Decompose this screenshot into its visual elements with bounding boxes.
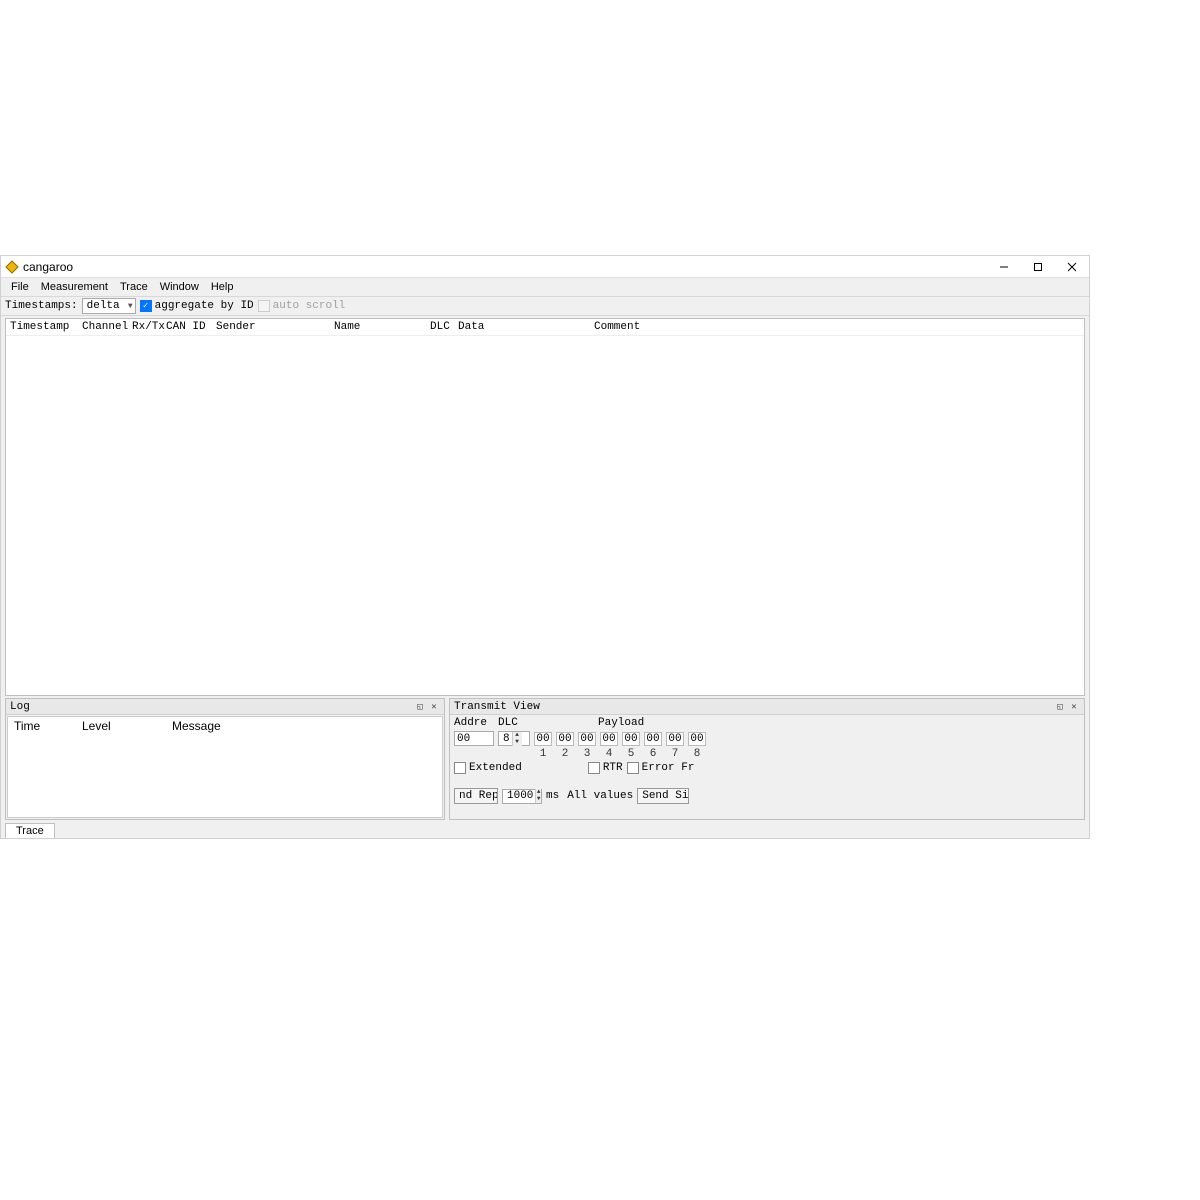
transmit-body: Addre DLC Payload 00 8 ▲ ▼ [454, 717, 1080, 817]
col-comment[interactable]: Comment [594, 321, 1080, 333]
payload-idx: 4 [600, 748, 618, 760]
send-repeat-button[interactable]: nd Repea [454, 788, 498, 804]
col-data[interactable]: Data [458, 321, 594, 333]
payload-idx: 7 [666, 748, 684, 760]
allvalues-label: All values [567, 790, 633, 802]
extended-checkbox[interactable]: Extended [454, 762, 522, 774]
titlebar: cangaroo [1, 256, 1089, 278]
undock-icon[interactable]: ◱ [414, 701, 426, 713]
menu-trace[interactable]: Trace [114, 280, 154, 294]
payload-idx: 2 [556, 748, 574, 760]
undock-icon[interactable]: ◱ [1054, 701, 1066, 713]
close-button[interactable] [1055, 256, 1089, 278]
col-canid[interactable]: CAN ID [166, 321, 216, 333]
payload-idx: 3 [578, 748, 596, 760]
timestamps-combo[interactable]: delta ▼ [82, 298, 136, 314]
transmit-flags-row: Extended RTR Error Fr [454, 762, 1080, 774]
autoscroll-label: auto scroll [273, 300, 346, 312]
col-timestamp[interactable]: Timestamp [10, 321, 82, 333]
tab-bar: Trace [1, 820, 1089, 838]
trace-panel: Timestamp Channel Rx/Tx CAN ID Sender Na… [5, 318, 1085, 696]
transmit-panel: Transmit View ◱ ✕ Addre DLC Payload 00 [449, 698, 1085, 820]
payload-idx: 1 [534, 748, 552, 760]
address-label: Addre [454, 717, 494, 729]
window-controls [987, 256, 1089, 278]
checkbox-empty-icon [588, 762, 600, 774]
transmit-send-row: nd Repea 1000 ▲ ▼ ms All values Send Sin… [454, 788, 1080, 804]
toolbar: Timestamps: delta ▼ ✓ aggregate by ID au… [1, 296, 1089, 316]
log-title-text: Log [10, 701, 30, 713]
transmit-labels-row: Addre DLC Payload [454, 717, 1080, 729]
menu-file[interactable]: File [5, 280, 35, 294]
timestamps-label: Timestamps: [5, 300, 78, 312]
payload-byte-1[interactable]: 00 [534, 732, 552, 746]
col-name[interactable]: Name [334, 321, 430, 333]
payload-byte-8[interactable]: 00 [688, 732, 706, 746]
transmit-panel-title: Transmit View ◱ ✕ [450, 699, 1084, 715]
log-col-message[interactable]: Message [172, 719, 436, 733]
timestamps-value: delta [87, 300, 120, 312]
spin-down-icon[interactable]: ▼ [536, 796, 541, 803]
payload-byte-2[interactable]: 00 [556, 732, 574, 746]
dlc-spinner[interactable]: 8 ▲ ▼ [498, 731, 530, 746]
transmit-title-text: Transmit View [454, 701, 540, 713]
minimize-button[interactable] [987, 256, 1021, 278]
chevron-down-icon: ▼ [128, 302, 133, 311]
app-icon [5, 260, 19, 274]
repeat-unit: ms [546, 790, 559, 802]
log-col-time[interactable]: Time [14, 719, 82, 733]
close-icon[interactable]: ✕ [428, 701, 440, 713]
payload-byte-5[interactable]: 00 [622, 732, 640, 746]
send-single-button[interactable]: Send Single [637, 788, 689, 804]
aggregate-checkbox[interactable]: ✓ aggregate by ID [140, 300, 254, 312]
repeat-interval-spinner[interactable]: 1000 ▲ ▼ [502, 789, 542, 804]
payload-byte-3[interactable]: 00 [578, 732, 596, 746]
log-col-level[interactable]: Level [82, 719, 172, 733]
menu-help[interactable]: Help [205, 280, 240, 294]
payload-label: Payload [598, 717, 644, 729]
errorframe-checkbox[interactable]: Error Fr [627, 762, 695, 774]
payload-idx: 6 [644, 748, 662, 760]
rtr-checkbox[interactable]: RTR [588, 762, 623, 774]
aggregate-label: aggregate by ID [155, 300, 254, 312]
payload-byte-4[interactable]: 00 [600, 732, 618, 746]
log-panel: Log ◱ ✕ Time Level Message [5, 698, 445, 820]
log-panel-title: Log ◱ ✕ [6, 699, 444, 715]
trace-body[interactable] [6, 336, 1084, 695]
dlc-label: DLC [498, 717, 530, 729]
menu-window[interactable]: Window [154, 280, 205, 294]
payload-idx: 8 [688, 748, 706, 760]
menu-measurement[interactable]: Measurement [35, 280, 114, 294]
app-window: cangaroo File Measurement Trace Window H… [0, 255, 1090, 839]
col-channel[interactable]: Channel [82, 321, 132, 333]
maximize-button[interactable] [1021, 256, 1055, 278]
address-input[interactable]: 00 [454, 731, 494, 746]
payload-index-row: 1 2 3 4 5 6 7 8 [534, 748, 1080, 760]
payload-idx: 5 [622, 748, 640, 760]
trace-header: Timestamp Channel Rx/Tx CAN ID Sender Na… [6, 319, 1084, 336]
checkbox-empty-icon [454, 762, 466, 774]
log-body: Time Level Message [7, 716, 443, 818]
tab-trace[interactable]: Trace [5, 823, 55, 838]
check-icon: ✓ [140, 300, 152, 312]
log-header: Time Level Message [8, 717, 442, 735]
payload-byte-7[interactable]: 00 [666, 732, 684, 746]
col-rxtx[interactable]: Rx/Tx [132, 321, 166, 333]
checkbox-empty-icon [627, 762, 639, 774]
menubar: File Measurement Trace Window Help [1, 278, 1089, 296]
payload-byte-6[interactable]: 00 [644, 732, 662, 746]
transmit-inputs-row: 00 8 ▲ ▼ 00 00 00 00 00 00 00 [454, 731, 1080, 746]
checkbox-empty-icon [258, 300, 270, 312]
window-title: cangaroo [23, 260, 73, 274]
col-sender[interactable]: Sender [216, 321, 334, 333]
spin-down-icon[interactable]: ▼ [513, 739, 522, 746]
bottom-panels: Log ◱ ✕ Time Level Message Transmit View… [5, 698, 1085, 820]
col-dlc[interactable]: DLC [430, 321, 458, 333]
autoscroll-checkbox[interactable]: auto scroll [258, 300, 346, 312]
close-icon[interactable]: ✕ [1068, 701, 1080, 713]
